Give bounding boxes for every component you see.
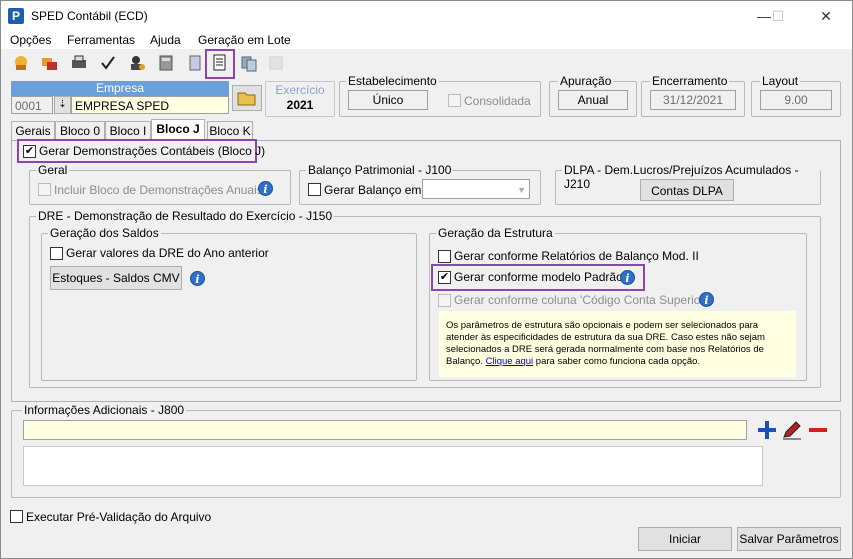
sped-window: P SPED Contábil (ECD) — ☐ ✕ Opções Ferra… [0, 0, 853, 559]
opt-padrao-label: Gerar conforme modelo Padrão [454, 270, 623, 284]
printer-lock-icon[interactable] [68, 54, 90, 76]
menu-opcoes[interactable]: Opções [10, 33, 51, 47]
info-icon[interactable]: i [190, 271, 205, 286]
gerar-valores-dre-checkbox[interactable] [50, 247, 63, 260]
empresa-label: Empresa [11, 81, 229, 96]
saldos-box: Geração dos Saldos Gerar valores da DRE … [41, 226, 417, 381]
empresa-code-field[interactable]: 0001 [11, 96, 53, 114]
opt-relatorios-label: Gerar conforme Relatórios de Balanço Mod… [454, 249, 699, 263]
tab-bloco-j[interactable]: Bloco J [151, 119, 205, 140]
gerar-demonstracoes-label: Gerar Demonstrações Contábeis (Bloco J) [39, 144, 266, 158]
opt-relatorios-checkbox[interactable] [438, 250, 451, 263]
saldos-title: Geração dos Saldos [48, 226, 161, 240]
title-bar: P SPED Contábil (ECD) — ☐ ✕ [1, 1, 852, 31]
estabelecimento-label: Estabelecimento [346, 74, 439, 88]
add-button[interactable] [756, 419, 778, 441]
calculator-icon[interactable] [155, 54, 177, 76]
apuracao-box: Apuração Anual [549, 74, 637, 117]
exercicio-box: Exercício 2021 [265, 81, 335, 117]
open-folder-icon [237, 92, 256, 106]
tab-bloco-0[interactable]: Bloco 0 [55, 121, 105, 140]
gerar-balanco-label: Gerar Balanço em [324, 183, 422, 197]
opt-coluna-label: Gerar conforme coluna 'Código Conta Supe… [454, 293, 707, 307]
encerramento-field[interactable]: 31/12/2021 [650, 90, 736, 110]
info-icon[interactable]: i [620, 270, 635, 285]
consolidada-checkbox[interactable] [448, 94, 461, 107]
contas-dlpa-button[interactable]: Contas DLPA [640, 179, 734, 201]
tab-bloco-i[interactable]: Bloco I [105, 121, 151, 140]
opt-padrao-checkbox[interactable]: ✔ [438, 271, 451, 284]
empresa-name-field[interactable]: EMPRESA SPED [71, 96, 229, 114]
info-adicionais-input[interactable] [23, 420, 747, 440]
iniciar-button[interactable]: Iniciar [638, 527, 732, 551]
pencil-icon [783, 421, 801, 440]
book-icon[interactable] [184, 54, 206, 76]
opt-coluna-checkbox[interactable] [438, 294, 451, 307]
gerar-demonstracoes-checkbox[interactable]: ✔ [23, 145, 36, 158]
minus-icon [809, 428, 827, 432]
menu-ferramentas[interactable]: Ferramentas [67, 33, 135, 47]
incluir-bloco-checkbox[interactable] [38, 183, 51, 196]
dre-title: DRE - Demonstração de Resultado do Exerc… [36, 209, 335, 223]
menu-bar: Opções Ferramentas Ajuda Geração em Lote [1, 31, 852, 49]
tab-bloco-k[interactable]: Bloco K [207, 121, 253, 140]
close-button[interactable]: ✕ [811, 5, 841, 27]
estrutura-notice: Os parâmetros de estrutura são opcionais… [439, 311, 796, 377]
checkmark-icon[interactable] [97, 54, 119, 76]
estrutura-title: Geração da Estrutura [436, 226, 555, 240]
copy-icon[interactable] [238, 54, 260, 76]
balanco-title: Balanço Patrimonial - J100 [306, 163, 454, 177]
apuracao-label: Apuração [558, 74, 614, 88]
layout-box: Layout 9.00 [751, 74, 841, 117]
remove-button[interactable] [807, 419, 829, 441]
apuracao-field[interactable]: Anual [558, 90, 628, 110]
pre-validacao-checkbox[interactable] [10, 510, 23, 523]
window-title: SPED Contábil (ECD) [31, 9, 148, 23]
empresa-lookup-button[interactable]: ⇣ [54, 96, 71, 114]
notice-tail: para saber como funciona cada opção. [533, 356, 701, 367]
user-gear-icon[interactable] [126, 54, 148, 76]
pre-validacao-label: Executar Pré-Validação do Arquivo [26, 510, 212, 524]
gerar-valores-dre-label: Gerar valores da DRE do Ano anterior [66, 246, 269, 260]
open-folder-button[interactable] [232, 85, 262, 111]
layout-label: Layout [760, 74, 801, 88]
chevron-down-icon: ▼ [517, 185, 526, 195]
estabelecimento-field[interactable]: Único [348, 90, 428, 110]
consolidada-label: Consolidada [464, 94, 531, 108]
estabelecimento-box: Estabelecimento Único Consolidada [339, 74, 541, 117]
app-logo-icon: P [8, 8, 24, 24]
plus-icon [758, 421, 776, 439]
geral-title: Geral [36, 163, 70, 177]
gerar-balanco-select[interactable]: ▼ [422, 179, 530, 199]
dlpa-box: DLPA - Dem.Lucros/Prejuízos Acumulados -… [555, 163, 821, 205]
incluir-bloco-label: Incluir Bloco de Demonstrações Anuais [54, 183, 263, 197]
estoques-button[interactable]: Estoques - Saldos CMV [50, 266, 182, 290]
maximize-button[interactable]: ☐ [763, 5, 793, 27]
info-icon[interactable]: i [258, 181, 273, 196]
ledger-icon[interactable] [205, 49, 235, 79]
notice-link[interactable]: Clique aqui [486, 356, 534, 367]
salvar-parametros-button[interactable]: Salvar Parâmetros [737, 527, 841, 551]
edit-button[interactable] [781, 419, 803, 441]
encerramento-label: Encerramento [650, 74, 730, 88]
hand-icon[interactable] [10, 54, 32, 76]
menu-geracao-lote[interactable]: Geração em Lote [198, 33, 291, 47]
info-adicionais-title: Informações Adicionais - J800 [22, 403, 187, 417]
geral-box: Geral Incluir Bloco de Demonstrações Anu… [29, 163, 291, 205]
gerar-balanco-checkbox[interactable] [308, 183, 321, 196]
exercicio-label: Exercício [275, 83, 325, 97]
folders-icon[interactable] [39, 54, 61, 76]
layout-field[interactable]: 9.00 [760, 90, 832, 110]
tab-gerais[interactable]: Gerais [11, 121, 55, 140]
menu-ajuda[interactable]: Ajuda [150, 33, 181, 47]
balanco-box: Balanço Patrimonial - J100 Gerar Balanço… [299, 163, 541, 205]
disabled-icon [265, 54, 287, 76]
encerramento-box: Encerramento 31/12/2021 [641, 74, 745, 117]
info-adicionais-list[interactable] [23, 446, 763, 486]
exercicio-value: 2021 [286, 98, 314, 112]
info-icon[interactable]: i [699, 292, 714, 307]
